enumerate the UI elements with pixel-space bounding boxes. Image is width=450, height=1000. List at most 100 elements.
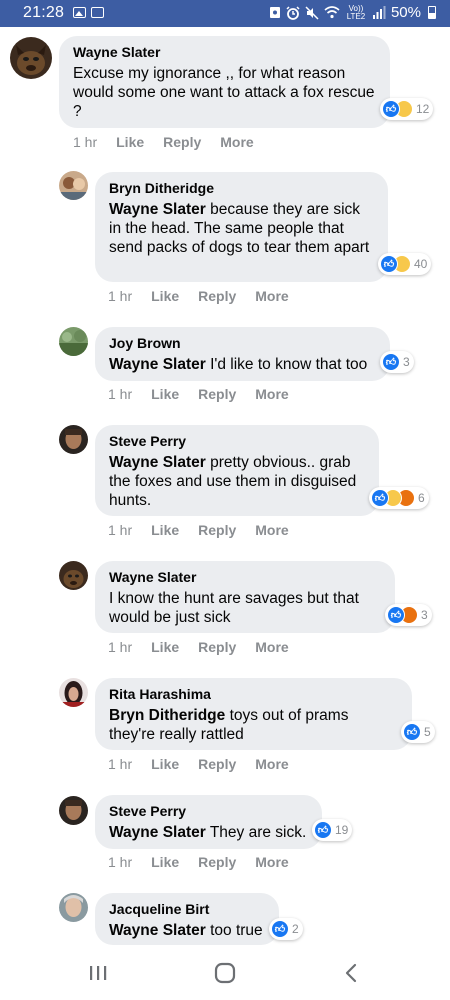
- reply-button[interactable]: Reply: [198, 522, 236, 538]
- reply-button[interactable]: Reply: [198, 639, 236, 655]
- reaction-summary[interactable]: 👍︎ 19: [312, 819, 353, 841]
- comment-bubble: Jacqueline Birt Wayne Slater too true: [95, 893, 279, 945]
- comment-time: 1 hr: [108, 386, 133, 402]
- alarm-icon: [269, 7, 280, 18]
- reaction-summary[interactable]: 👍︎ 3: [380, 351, 414, 373]
- reply-button[interactable]: Reply: [198, 756, 236, 772]
- reaction-summary[interactable]: 👍︎ 6: [369, 487, 429, 509]
- alarm-clock-icon: [286, 5, 300, 20]
- comment-author[interactable]: Wayne Slater: [109, 569, 381, 585]
- avatar[interactable]: [59, 796, 88, 825]
- screen-notification-icon: [91, 7, 104, 18]
- like-button[interactable]: Like: [116, 134, 144, 150]
- comment-text: Excuse my ignorance ,, for what reason w…: [73, 64, 376, 121]
- comment-bubble: Bryn Ditheridge Wayne Slater because the…: [95, 172, 388, 282]
- avatar[interactable]: [59, 171, 88, 200]
- comment-bubble: Wayne Slater I know the hunt are savages…: [95, 561, 395, 633]
- comment-author[interactable]: Steve Perry: [109, 803, 308, 819]
- signal-icon: [372, 6, 386, 19]
- comment-author[interactable]: Bryn Ditheridge: [109, 180, 374, 196]
- wifi-icon: [324, 6, 340, 19]
- like-reaction-icon: 👍︎: [271, 920, 289, 938]
- comment-bubble: Rita Harashima Bryn Ditheridge toys out …: [95, 678, 412, 750]
- reaction-summary[interactable]: 👍︎ 12: [380, 98, 434, 120]
- comment-author[interactable]: Joy Brown: [109, 335, 376, 351]
- reply-button[interactable]: Reply: [198, 854, 236, 870]
- like-button[interactable]: Like: [151, 288, 179, 304]
- mention-tag[interactable]: Wayne Slater: [109, 454, 206, 471]
- comment-text-body: I know the hunt are savages but that wou…: [109, 590, 359, 626]
- avatar[interactable]: [59, 327, 88, 356]
- reaction-count: 2: [292, 922, 299, 936]
- reaction-summary[interactable]: 👍︎ 2: [269, 918, 303, 940]
- like-reaction-icon: 👍︎: [403, 723, 421, 741]
- mention-tag[interactable]: Wayne Slater: [109, 356, 206, 373]
- comment-time: 1 hr: [108, 288, 133, 304]
- recent-apps-icon: [90, 966, 107, 980]
- mention-tag[interactable]: Wayne Slater: [109, 824, 206, 841]
- comment-author[interactable]: Steve Perry: [109, 433, 365, 449]
- comment-text: I know the hunt are savages but that wou…: [109, 589, 381, 627]
- comment-text-body: too true: [210, 922, 263, 939]
- comment-actions: 1 hr Like Reply More: [108, 756, 289, 772]
- status-right: Vo)) LTE2 50%: [269, 4, 436, 21]
- mention-tag[interactable]: Bryn Ditheridge: [109, 707, 225, 724]
- comment-actions: 1 hr Like Reply More: [108, 386, 289, 402]
- like-reaction-icon: 👍︎: [382, 100, 400, 118]
- comment-actions: 1 hr Like Reply More: [108, 288, 289, 304]
- like-button[interactable]: Like: [151, 639, 179, 655]
- more-button[interactable]: More: [255, 386, 288, 402]
- reaction-count: 3: [421, 608, 428, 622]
- like-button[interactable]: Like: [151, 756, 179, 772]
- screen: 21:28 Vo)) LTE2 50% Wayne Slater Excuse …: [0, 0, 450, 1000]
- comment-time: 1 hr: [108, 639, 133, 655]
- battery-icon: [428, 6, 436, 19]
- avatar[interactable]: [59, 561, 88, 590]
- mention-tag[interactable]: Wayne Slater: [109, 922, 206, 939]
- comment-text: Wayne Slater pretty obvious.. grab the f…: [109, 453, 365, 510]
- reaction-summary[interactable]: 👍︎ 5: [401, 721, 435, 743]
- reply-button[interactable]: Reply: [163, 134, 201, 150]
- status-bar: 21:28 Vo)) LTE2 50%: [0, 0, 450, 27]
- comment-actions: 1 hr Like Reply More: [108, 522, 289, 538]
- more-button[interactable]: More: [255, 639, 288, 655]
- reaction-summary[interactable]: 👍︎ 3: [385, 604, 432, 626]
- reply-button[interactable]: Reply: [198, 288, 236, 304]
- home-button[interactable]: [210, 959, 240, 987]
- recent-apps-button[interactable]: [83, 959, 113, 987]
- back-button[interactable]: [336, 959, 366, 987]
- comment-time: 1 hr: [108, 854, 133, 870]
- comment-author[interactable]: Jacqueline Birt: [109, 901, 265, 917]
- comment-author[interactable]: Rita Harashima: [109, 686, 398, 702]
- comment-actions: 1 hr Like Reply More: [73, 134, 254, 150]
- more-button[interactable]: More: [255, 522, 288, 538]
- comment-actions: 1 hr Like Reply More: [108, 854, 289, 870]
- avatar[interactable]: [59, 893, 88, 922]
- avatar[interactable]: [59, 425, 88, 454]
- like-button[interactable]: Like: [151, 854, 179, 870]
- home-icon: [214, 962, 236, 984]
- like-button[interactable]: Like: [151, 386, 179, 402]
- avatar[interactable]: [59, 678, 88, 707]
- avatar[interactable]: [10, 37, 52, 79]
- more-button[interactable]: More: [220, 134, 253, 150]
- more-button[interactable]: More: [255, 288, 288, 304]
- more-button[interactable]: More: [255, 756, 288, 772]
- like-button[interactable]: Like: [151, 522, 179, 538]
- like-reaction-icon: 👍︎: [380, 255, 398, 273]
- network-label: Vo)) LTE2: [346, 3, 366, 21]
- status-time: 21:28: [23, 4, 65, 21]
- reaction-summary[interactable]: 👍︎ 40: [378, 253, 432, 275]
- reply-button[interactable]: Reply: [198, 386, 236, 402]
- comment-text-body: Excuse my ignorance ,, for what reason w…: [73, 65, 375, 120]
- mention-tag[interactable]: Wayne Slater: [109, 201, 206, 218]
- notification-icons: [73, 7, 104, 18]
- more-button[interactable]: More: [255, 854, 288, 870]
- like-reaction-icon: 👍︎: [314, 821, 332, 839]
- comment-time: 1 hr: [108, 756, 133, 772]
- comment-author[interactable]: Wayne Slater: [73, 44, 376, 60]
- mute-icon: [305, 5, 319, 20]
- system-nav-bar: [0, 945, 450, 1000]
- comment-text-body: They are sick.: [209, 824, 307, 841]
- reaction-count: 5: [424, 725, 431, 739]
